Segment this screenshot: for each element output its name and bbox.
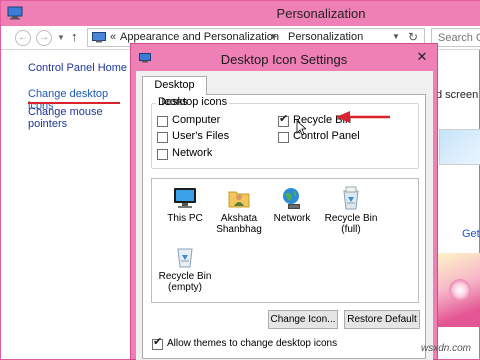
window-titlebar[interactable]: Personalization — [1, 1, 480, 26]
recycle-bin-empty-tile[interactable]: Recycle Bin (empty) — [152, 243, 218, 303]
breadcrumb-personalization[interactable]: Personalization — [288, 31, 363, 43]
recycle-bin-checkbox[interactable]: ✔ — [278, 113, 289, 127]
users-files-checkbox-label[interactable]: User's Files — [172, 130, 229, 142]
breadcrumb-separator-icon[interactable]: ▸ — [272, 31, 277, 42]
network-checkbox-label[interactable]: Network — [172, 147, 212, 159]
recycle-bin-full-icon — [343, 186, 359, 210]
recycle-bin-empty-icon — [177, 248, 193, 268]
tab-panel: Desktop icons Computer User's Files Netw… — [142, 94, 426, 359]
forward-arrow-icon[interactable]: → — [36, 30, 52, 46]
users-files-checkbox[interactable] — [157, 132, 168, 143]
watermark: wsxdn.com — [421, 343, 472, 354]
recycle-bin-full-tile[interactable]: Recycle Bin (full) — [318, 185, 384, 245]
search-input[interactable]: Search Co — [431, 28, 480, 47]
up-arrow-icon[interactable]: ↑ — [71, 29, 78, 44]
checkmark-icon: ✔ — [153, 336, 163, 348]
back-arrow-icon[interactable]: ← — [15, 30, 31, 46]
control-panel-home-link[interactable]: Control Panel Home — [28, 62, 127, 74]
computer-checkbox[interactable] — [157, 116, 168, 127]
highlight-underline — [28, 102, 120, 104]
mouse-cursor-icon — [296, 120, 306, 136]
get-more-themes-link[interactable]: Get m — [462, 228, 480, 240]
user-folder-icon — [228, 191, 250, 208]
network-tile[interactable]: Network — [259, 185, 325, 245]
change-icon-button[interactable]: Change Icon... — [268, 310, 338, 329]
allow-themes-checkbox[interactable]: ✔ — [152, 336, 163, 350]
close-icon[interactable]: ✕ — [407, 47, 437, 67]
network-label: Network — [273, 213, 311, 224]
control-panel-checkbox[interactable] — [278, 132, 289, 143]
change-mouse-pointers-link[interactable]: Change mouse pointers — [28, 106, 131, 130]
refresh-icon[interactable]: ↻ — [408, 30, 418, 44]
breadcrumb-overflow-icon[interactable]: « — [110, 31, 116, 43]
desktop-icon-settings-dialog: Desktop Icon Settings ✕ Desktop Icons De… — [130, 43, 438, 360]
network-checkbox[interactable] — [157, 149, 168, 160]
control-panel-icon — [92, 32, 106, 43]
recycle-bin-empty-label: Recycle Bin (empty) — [158, 271, 212, 293]
search-placeholder: Search Co — [438, 32, 480, 44]
address-dropdown-icon[interactable]: ▼ — [392, 32, 400, 41]
breadcrumb-appearance[interactable]: Appearance and Personalization — [120, 31, 279, 43]
computer-checkbox-label[interactable]: Computer — [172, 114, 220, 126]
left-navigation-pane: Control Panel Home Change desktop icons … — [1, 51, 131, 360]
screen-saver-peek-text: d screen sa — [436, 89, 480, 101]
checkmark-icon: ✔ — [279, 113, 289, 125]
recent-locations-chevron-icon[interactable]: ▼ — [57, 33, 65, 42]
network-globe-icon — [283, 188, 300, 209]
annotation-arrow-icon — [336, 111, 390, 123]
theme-thumbnail[interactable] — [439, 129, 480, 165]
restore-default-button[interactable]: Restore Default — [344, 310, 420, 329]
monitor-icon — [174, 188, 196, 208]
flower-image — [449, 279, 471, 301]
recycle-bin-full-label: Recycle Bin (full) — [324, 213, 378, 235]
icon-preview-list: This PC Akshata Shanbhag Network Recycle… — [151, 178, 419, 303]
dialog-title: Desktop Icon Settings — [220, 52, 348, 67]
tab-desktop-icons[interactable]: Desktop Icons — [142, 76, 207, 108]
window-title: Personalization — [276, 6, 366, 21]
allow-themes-checkbox-label[interactable]: Allow themes to change desktop icons — [167, 338, 337, 349]
